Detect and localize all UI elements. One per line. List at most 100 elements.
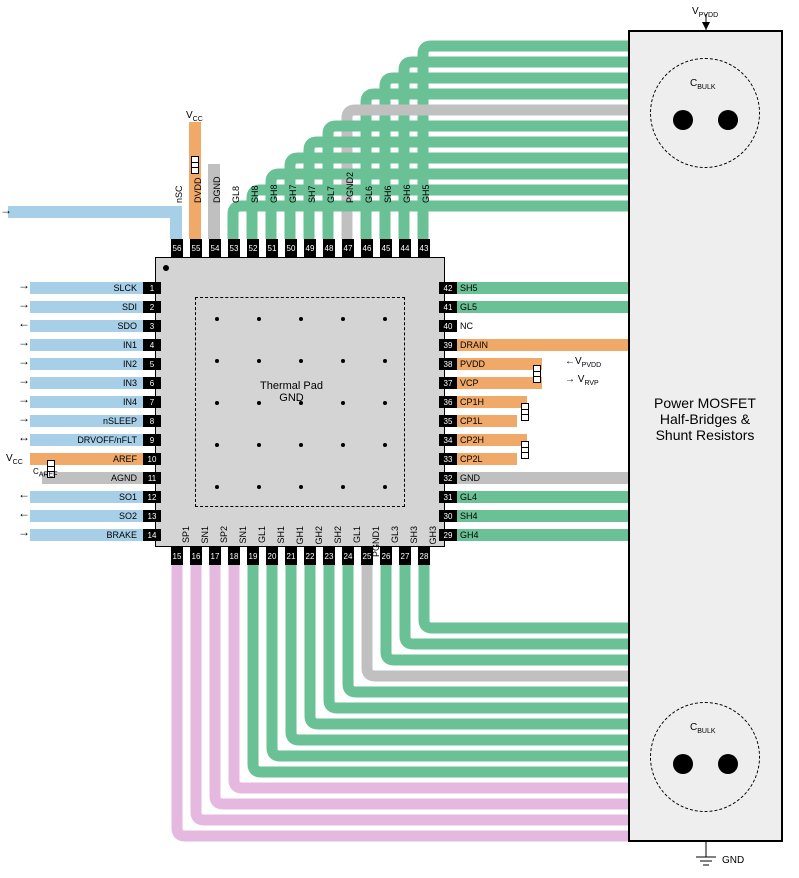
arrow-out: ← [18,506,30,520]
trace-gl5 [457,301,628,313]
pin-56: 56 [171,239,183,257]
pin-40: 40 [439,320,457,332]
pin-11: 11 [143,472,161,484]
pin-53: 53 [228,239,240,257]
thermal-via [299,401,303,405]
pin-49: 49 [304,239,316,257]
pin-label-SH8: SH8 [250,163,260,203]
pin-label-CP1L: CP1L [460,415,483,427]
trace-sh4 [457,510,628,522]
thermal-via [299,485,303,489]
pin-8: 8 [143,415,161,427]
pin-39: 39 [439,339,457,351]
pin-7: 7 [143,396,161,408]
pin-label-GL4: GL4 [460,491,477,503]
arrow-in: → [18,392,30,406]
arrow-in: → [18,373,30,387]
pin-2: 2 [143,301,161,313]
gnd-label: GND [722,855,744,866]
trace-gh4 [457,529,628,541]
pin-label-IN2: IN2 [57,358,139,370]
trace-gnd [457,472,628,484]
arrow-out: ← [18,487,30,501]
pin1-marker [163,265,169,271]
pin-label-DGND: DGND [212,163,222,203]
pin-1: 1 [143,282,161,294]
pin-label-SLCK: SLCK [57,282,139,294]
pin-51: 51 [266,239,278,257]
pin-29: 29 [439,529,457,541]
thermal-via [215,485,219,489]
pin-label-AREF: AREF [57,453,139,465]
trace-gl4 [457,491,628,503]
pin-label-VCP: VCP [460,377,479,389]
pin-41: 41 [439,301,457,313]
pin-label-DRAIN: DRAIN [460,339,488,351]
arrow-bi: ↔ [18,430,30,444]
pin-4: 4 [143,339,161,351]
cap-cp1 [521,403,529,421]
pin-label-SO2: SO2 [57,510,139,522]
pin-13: 13 [143,510,161,522]
pin-label-SDI: SDI [57,301,139,313]
pin-label-IN4: IN4 [57,396,139,408]
pin-44: 44 [399,239,411,257]
pin-label-IN3: IN3 [57,377,139,389]
vcc-top-label: VCC [186,110,203,123]
thermal-via [215,317,219,321]
pin-45: 45 [380,239,392,257]
arrow-in: → [18,411,30,425]
pin-10: 10 [143,453,161,465]
thermal-via [299,317,303,321]
arrow-in: → [18,354,30,368]
arrow-in: → [18,525,30,539]
pin-36: 36 [439,396,457,408]
pin-label-AGND: AGND [57,472,139,484]
arrow-in: → [18,335,30,349]
pin-12: 12 [143,491,161,503]
thermal-pad-label: Thermal Pad GND [260,380,323,404]
pin-30: 30 [439,510,457,522]
pin-label-CP1H: CP1H [460,396,484,408]
pin-label-GL7: GL7 [326,163,336,203]
thermal-via [341,443,345,447]
cap-pvdd-vcp [533,365,541,383]
pin-34: 34 [439,434,457,446]
pin-label-GL8: GL8 [231,163,241,203]
thermal-via [341,359,345,363]
thermal-via [257,401,261,405]
cbulk-bottom-label: CBULK [690,722,716,735]
pin-label-GL5: GL5 [460,301,477,313]
thermal-via [257,359,261,363]
pin-label-DRVOFF/nFLT: DRVOFF/nFLT [57,434,139,446]
cbulk-top-label: CBULK [690,78,716,91]
cap-cp2 [521,441,529,459]
pin-label-GH7: GH7 [288,163,298,203]
vcc-left-label: VCC [6,453,23,466]
thermal-via [215,401,219,405]
pin-52: 52 [247,239,259,257]
pin-48: 48 [323,239,335,257]
power-mosfet-label: Power MOSFET Half-Bridges & Shunt Resist… [640,395,770,443]
pin-9: 9 [143,434,161,446]
thermal-via [383,359,387,363]
thermal-via [341,485,345,489]
thermal-via [299,359,303,363]
pin-label-nSLEEP: nSLEEP [57,415,139,427]
thermal-via [341,317,345,321]
pin-label-GH3: GH3 [428,526,438,568]
thermal-via [383,485,387,489]
arrow-in: → [0,203,12,217]
pin-label-GH6: GH6 [402,163,412,203]
pin-label-NC: NC [460,320,473,332]
pin-43: 43 [418,239,430,257]
trace-nsc [8,206,158,218]
trace-sh5 [457,282,628,294]
thermal-via [257,317,261,321]
pin-label-SH7: SH7 [307,163,317,203]
pin-47: 47 [342,239,354,257]
thermal-via [383,401,387,405]
pin-label-SH5: SH5 [460,282,478,294]
thermal-via [215,443,219,447]
vrvp-arrow-label: → VRVP [565,374,599,387]
